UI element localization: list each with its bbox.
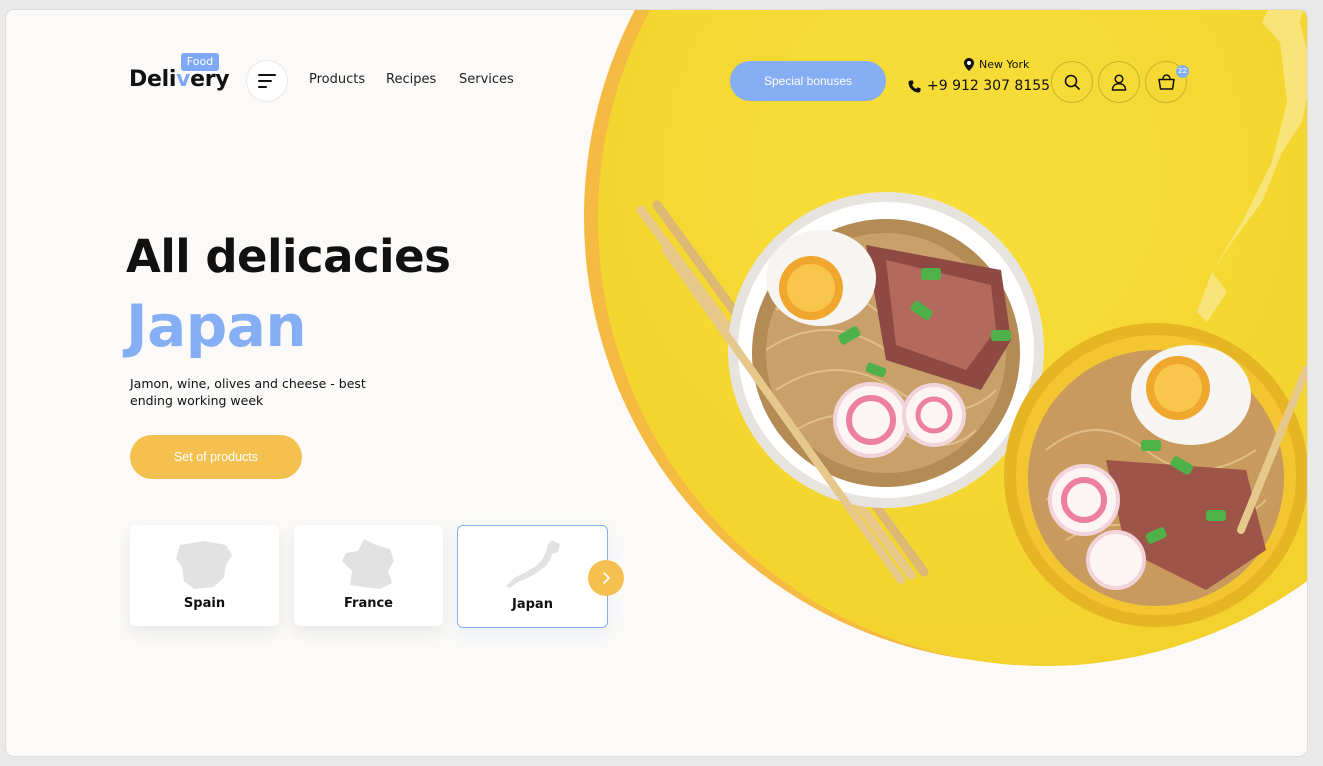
phone-number: +9 912 307 8155 — [927, 78, 1051, 94]
hero-circle — [598, 10, 1307, 666]
country-card-france[interactable]: France — [294, 525, 443, 626]
cart-count-badge: 22 — [1176, 65, 1189, 78]
hero-country: Japan — [126, 292, 307, 360]
japan-map-icon — [506, 540, 560, 588]
page: Food Delivery Products Recipes Services … — [6, 10, 1307, 756]
country-label: Spain — [183, 596, 226, 611]
search-button[interactable] — [1051, 61, 1093, 103]
chevron-right-icon — [603, 572, 610, 584]
country-card-japan[interactable]: Japan — [457, 525, 608, 628]
set-of-products-button[interactable]: Set of products — [130, 435, 302, 479]
country-card-spain[interactable]: Spain — [130, 525, 279, 626]
special-bonuses-button[interactable]: Special bonuses — [730, 61, 886, 101]
japan-map-watermark — [1197, 10, 1307, 322]
search-icon — [1064, 74, 1080, 90]
cart-button[interactable]: 22 — [1145, 61, 1189, 103]
spain-map-icon — [176, 541, 232, 589]
hero-description: Jamon, wine, olives and cheese - best en… — [130, 376, 366, 408]
nav-products[interactable]: Products — [309, 72, 365, 87]
map-pin-icon — [964, 58, 974, 71]
hero-title: All delicacies — [126, 230, 451, 283]
user-icon — [1111, 73, 1127, 91]
phone[interactable]: +9 912 307 8155 — [908, 78, 1050, 94]
france-map-icon — [342, 539, 394, 589]
logo[interactable]: Food Delivery — [129, 53, 230, 93]
menu-button[interactable] — [246, 60, 288, 102]
next-country-button[interactable] — [588, 560, 624, 596]
location[interactable]: New York — [964, 58, 1029, 71]
phone-icon — [908, 80, 921, 92]
country-label: France — [343, 596, 393, 611]
country-label: Japan — [512, 597, 553, 612]
nav-services[interactable]: Services — [459, 72, 514, 87]
location-label: New York — [979, 58, 1030, 71]
logo-wordmark: Delivery — [129, 67, 230, 92]
shopping-bag-icon — [1157, 74, 1175, 90]
account-button[interactable] — [1098, 61, 1140, 103]
nav-recipes[interactable]: Recipes — [386, 72, 436, 87]
menu-icon — [258, 74, 276, 88]
